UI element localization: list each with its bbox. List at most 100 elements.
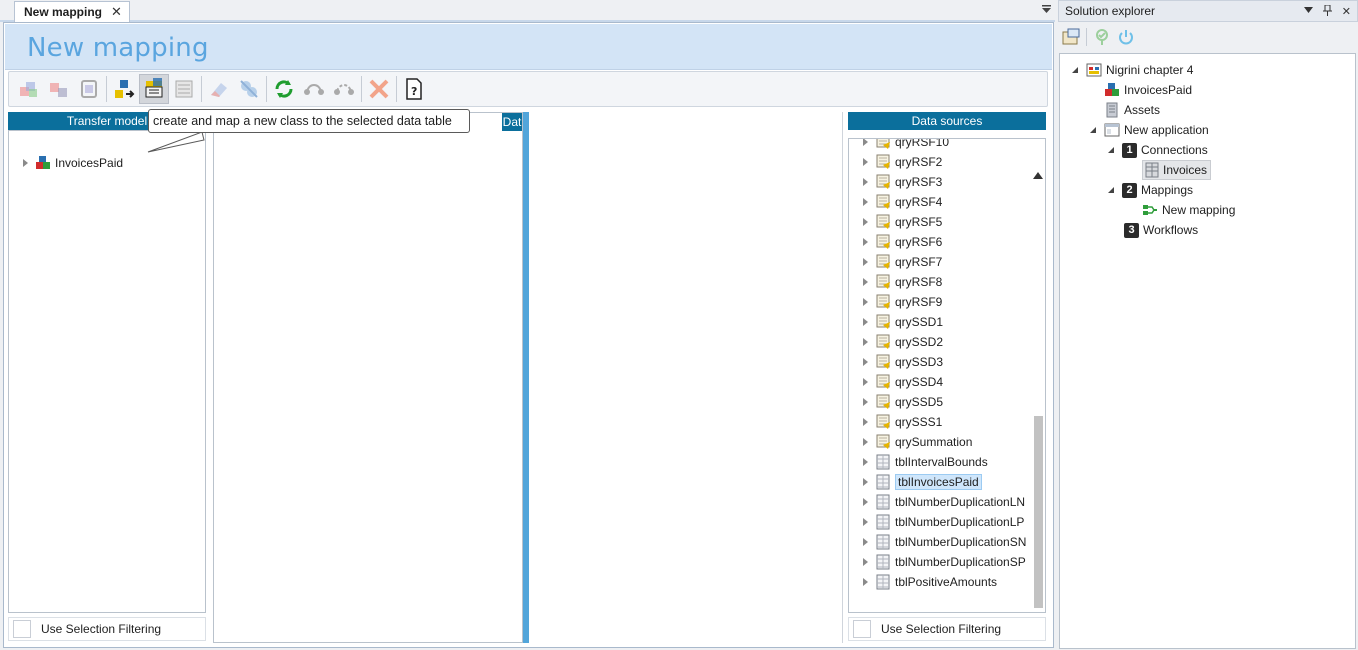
data-source-item[interactable]: qryRSF8 (861, 272, 942, 292)
expand-icon[interactable] (861, 297, 871, 307)
connect-button[interactable] (299, 74, 329, 104)
tree-node-new-application[interactable]: New application (1090, 120, 1209, 140)
expand-icon[interactable] (861, 177, 871, 187)
data-source-item[interactable]: qrySSS1 (861, 412, 942, 432)
tree-node-connections[interactable]: 1 Connections (1108, 140, 1208, 160)
expand-icon[interactable] (861, 357, 871, 367)
expand-icon[interactable] (861, 497, 871, 507)
table-icon (875, 494, 891, 510)
data-source-item[interactable]: qrySSD1 (861, 312, 943, 332)
query-icon (875, 354, 891, 370)
eraser-button[interactable] (204, 74, 234, 104)
expand-icon[interactable] (861, 197, 871, 207)
data-source-item[interactable]: qryRSF2 (861, 152, 942, 172)
tree-item-invoicespaid[interactable]: InvoicesPaid (21, 153, 123, 173)
scroll-up-icon[interactable] (1033, 171, 1043, 179)
use-selection-filtering-right[interactable]: Use Selection Filtering (848, 617, 1046, 641)
data-source-item[interactable]: tblNumberDuplicationLP (861, 512, 1024, 532)
data-source-item[interactable]: qryRSF3 (861, 172, 942, 192)
table-mapping-button[interactable] (169, 74, 199, 104)
tree-node-project[interactable]: Nigrini chapter 4 (1072, 60, 1193, 80)
data-source-item[interactable]: tblNumberDuplicationSP (861, 552, 1026, 572)
add-field-button[interactable] (44, 74, 74, 104)
create-map-class-button[interactable] (139, 74, 169, 104)
data-source-item[interactable]: qryRSF5 (861, 212, 942, 232)
data-source-item[interactable]: tblInvoicesPaid (861, 472, 982, 492)
add-class-button[interactable] (14, 74, 44, 104)
data-source-item[interactable]: qryRSF7 (861, 252, 942, 272)
data-source-item[interactable]: qrySSD5 (861, 392, 943, 412)
tree-node-workflows[interactable]: 3 Workflows (1124, 220, 1198, 240)
tree-node-label: Assets (1124, 103, 1161, 117)
database-button[interactable] (74, 74, 104, 104)
expand-icon[interactable] (861, 317, 871, 327)
tree-node-invoicespaid[interactable]: InvoicesPaid (1104, 80, 1192, 100)
data-source-item[interactable]: qrySSD4 (861, 372, 943, 392)
expand-icon[interactable] (861, 337, 871, 347)
query-icon (875, 374, 891, 390)
data-source-item[interactable]: qrySSD2 (861, 332, 943, 352)
validate-icon[interactable] (1093, 28, 1111, 46)
tree-node-assets[interactable]: Assets (1104, 100, 1160, 120)
toolbar-separator (396, 76, 397, 102)
expand-icon[interactable] (861, 157, 871, 167)
delete-mapping-button[interactable] (364, 74, 394, 104)
dropdown-icon[interactable] (1303, 5, 1313, 14)
tree-node-new-mapping[interactable]: New mapping (1142, 200, 1235, 220)
expand-icon[interactable] (21, 158, 31, 168)
disconnect-button[interactable] (329, 74, 359, 104)
data-source-item[interactable]: tblNumberDuplicationSN (861, 532, 1026, 552)
expand-icon[interactable] (861, 557, 871, 567)
collapse-icon[interactable] (1108, 146, 1116, 154)
expand-icon[interactable] (861, 417, 871, 427)
tree-node-mappings[interactable]: 2 Mappings (1108, 180, 1193, 200)
properties-icon[interactable] (1062, 28, 1080, 46)
data-source-item[interactable]: qryRSF4 (861, 192, 942, 212)
collapse-icon[interactable] (1108, 186, 1116, 194)
close-icon[interactable]: ✕ (1342, 5, 1351, 18)
expand-icon[interactable] (861, 257, 871, 267)
expand-icon[interactable] (861, 577, 871, 587)
scroll-down-icon[interactable] (1033, 612, 1043, 613)
data-source-item[interactable]: qryRSF6 (861, 232, 942, 252)
scroll-thumb[interactable] (1034, 416, 1043, 608)
close-icon[interactable]: ✕ (111, 4, 122, 20)
expand-icon[interactable] (861, 237, 871, 247)
vertical-scrollbar[interactable] (1031, 166, 1045, 613)
help-button[interactable]: ? (399, 74, 429, 104)
tooltip-pointer (147, 131, 205, 153)
data-source-item[interactable]: qrySummation (861, 432, 972, 452)
expand-icon[interactable] (861, 139, 871, 147)
unlink-button[interactable] (234, 74, 264, 104)
query-icon (875, 139, 891, 150)
data-source-item[interactable]: tblNumberDuplicationLN (861, 492, 1025, 512)
power-icon[interactable] (1117, 28, 1135, 46)
expand-icon[interactable] (861, 537, 871, 547)
expand-icon[interactable] (861, 517, 871, 527)
use-selection-filtering-left[interactable]: Use Selection Filtering (8, 617, 206, 641)
data-source-item[interactable]: qryRSF10 (861, 138, 950, 152)
toolbar-separator (266, 76, 267, 102)
chevron-down-icon[interactable] (1042, 5, 1051, 14)
checkbox[interactable] (13, 620, 31, 638)
pin-icon[interactable] (1322, 5, 1332, 16)
data-source-item[interactable]: qrySSD3 (861, 352, 943, 372)
data-source-label: qryRSF10 (895, 138, 950, 149)
data-source-item[interactable]: qryRSF9 (861, 292, 942, 312)
expand-icon[interactable] (861, 217, 871, 227)
collapse-icon[interactable] (1072, 66, 1080, 74)
expand-icon[interactable] (861, 397, 871, 407)
expand-icon[interactable] (861, 477, 871, 487)
expand-icon[interactable] (861, 437, 871, 447)
expand-icon[interactable] (861, 457, 871, 467)
tab-new-mapping[interactable]: New mapping ✕ (14, 1, 130, 22)
expand-icon[interactable] (861, 377, 871, 387)
expand-icon[interactable] (861, 277, 871, 287)
checkbox[interactable] (853, 620, 871, 638)
tree-node-invoices[interactable]: Invoices (1142, 160, 1212, 180)
collapse-icon[interactable] (1090, 126, 1098, 134)
data-source-item[interactable]: tblPositiveAmounts (861, 572, 997, 592)
map-class-button[interactable] (109, 74, 139, 104)
data-source-item[interactable]: tblIntervalBounds (861, 452, 988, 472)
refresh-button[interactable] (269, 74, 299, 104)
